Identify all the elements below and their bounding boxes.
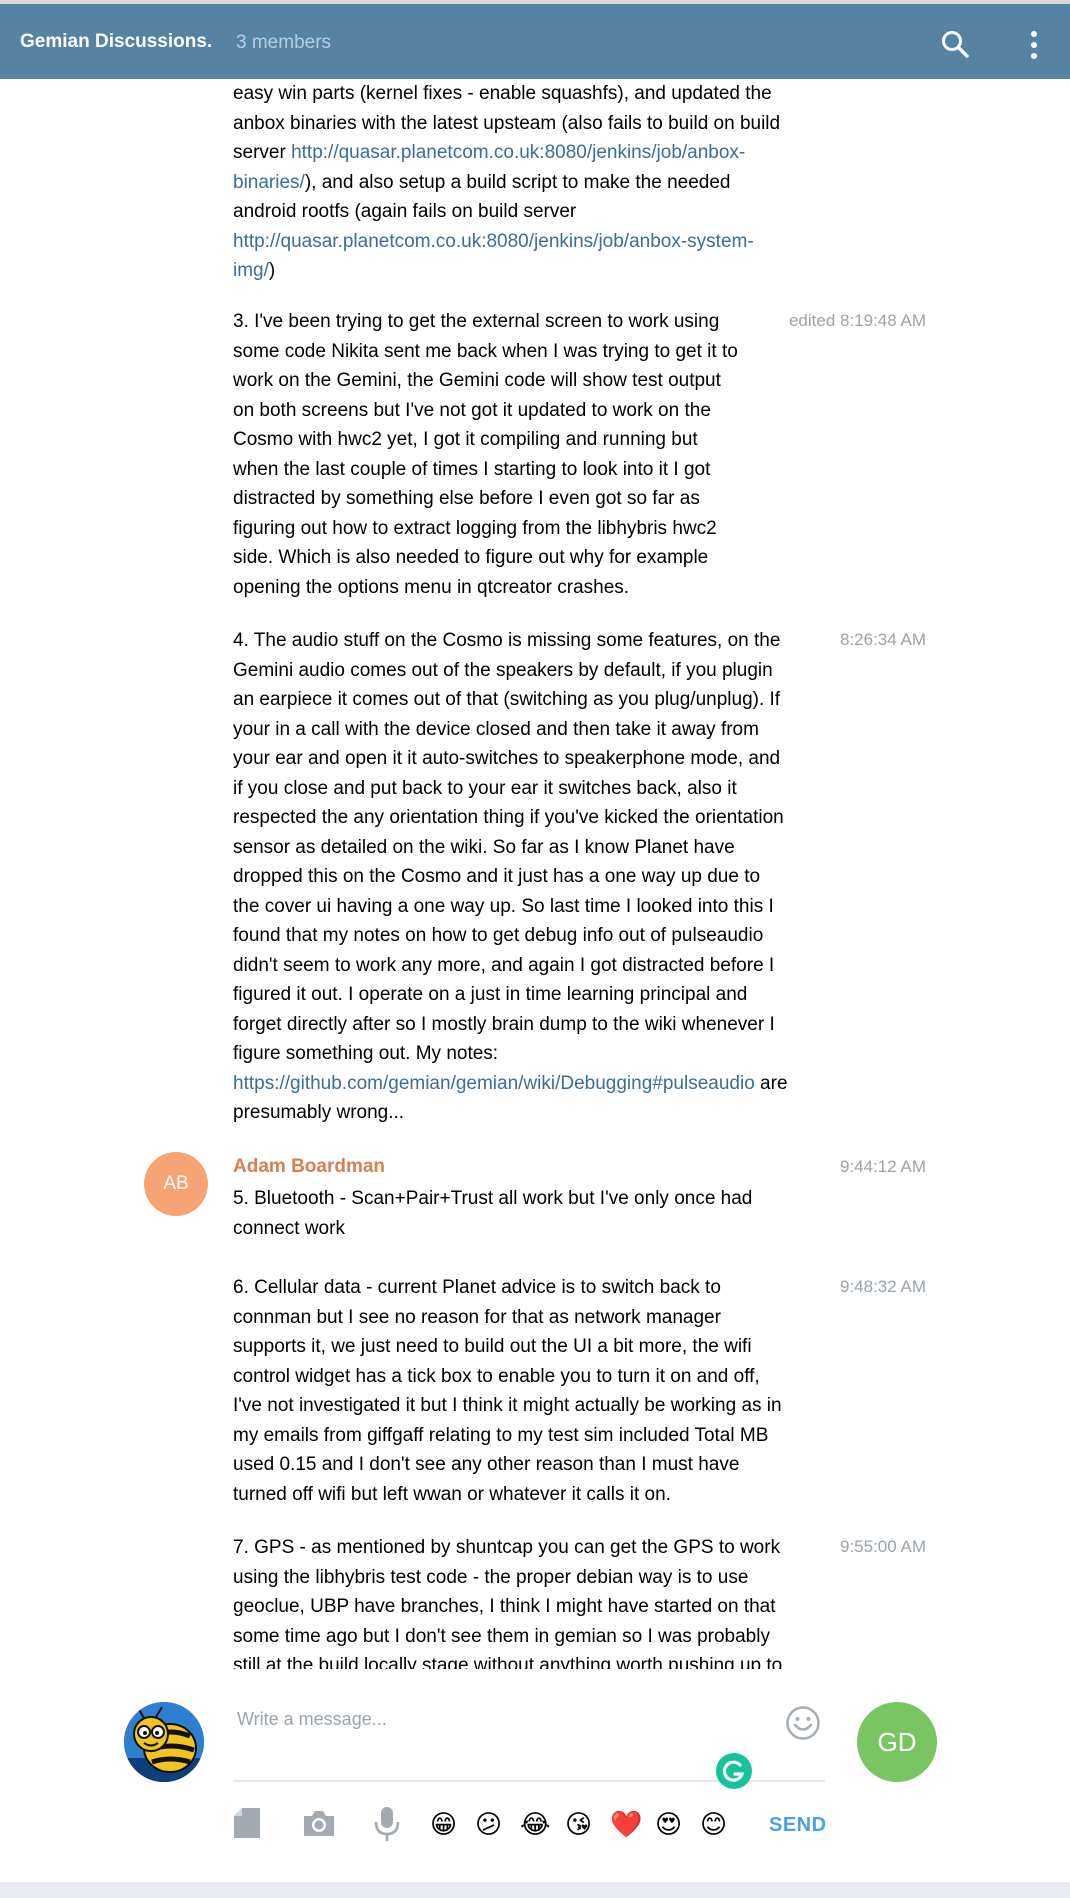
user-avatar[interactable] <box>124 1702 204 1782</box>
message-line: opening the options menu in qtcreator cr… <box>233 576 630 598</box>
chat-header: Gemian Discussions. 3 members <box>0 0 1070 79</box>
emoji-joy[interactable]: 😂 <box>520 1810 550 1840</box>
telegram-web-app: Gemian Discussions. 3 members easy win p… <box>0 0 1070 1898</box>
message-time: 9:44:12 AM <box>839 1157 926 1176</box>
message-line: figure something out. My notes: <box>233 1043 499 1064</box>
bee-avatar-icon <box>124 1702 204 1782</box>
message-link[interactable]: http://quasar.planetcom.co.uk:8080/jenki… <box>233 231 754 252</box>
message-line: dropped this on the Cosmo and it just ha… <box>233 866 761 887</box>
message-line: android rootfs (again fails on build ser… <box>233 201 577 222</box>
chat-title[interactable]: Gemian Discussions. <box>20 31 212 53</box>
message-line: figuring out how to extract logging from… <box>233 517 717 539</box>
message-input[interactable] <box>233 1699 773 1739</box>
grammarly-icon[interactable] <box>716 1753 752 1789</box>
message-time: 9:55:00 AM <box>839 1537 926 1556</box>
emoji-kiss[interactable]: 😘 <box>565 1810 592 1840</box>
message-time: edited 8:19:48 AM <box>788 311 926 330</box>
microphone-icon[interactable] <box>373 1806 401 1847</box>
message-line: side. Which is also needed to figure out… <box>233 547 709 568</box>
message-line: forget directly after so I mostly brain … <box>233 1013 775 1035</box>
message-line: an earpiece it comes out of that (switch… <box>233 689 781 710</box>
message-text: 6. Cellular data - current Planet advice… <box>233 1273 782 1509</box>
avatar[interactable]: AB <box>144 1152 208 1216</box>
camera-icon[interactable] <box>302 1806 336 1845</box>
message-line: http://quasar.planetcom.co.uk:8080/jenki… <box>233 227 780 257</box>
message-line: anbox binaries with the latest upsteam (… <box>233 112 781 134</box>
message-text: 5. Bluetooth - Scan+Pair+Trust all work … <box>233 1184 752 1243</box>
search-icon[interactable] <box>940 29 970 59</box>
message-text: 7. GPS - as mentioned by shuntcap you ca… <box>233 1533 782 1669</box>
emoji-grin[interactable]: 😁 <box>430 1810 457 1840</box>
message-text-segment: are <box>754 1072 788 1094</box>
message-author[interactable]: Adam Boardman <box>233 1156 385 1178</box>
message-line: the cover ui having a one way up. So las… <box>233 895 774 917</box>
message-line: if you close and put back to your ear it… <box>233 777 737 799</box>
message-link[interactable]: binaries/ <box>233 172 305 193</box>
attach-file-icon[interactable] <box>232 1806 262 1845</box>
message-time: 8:26:34 AM <box>839 630 926 649</box>
more-vertical-icon[interactable] <box>1026 29 1042 61</box>
message-line: sensor as detailed on the wiki. So far a… <box>233 836 735 858</box>
message-text: easy win parts (kernel fixes - enable sq… <box>233 79 780 286</box>
message-line: on both screens but I've not got it upda… <box>233 399 711 421</box>
message-line: connman but I see no reason for that as … <box>233 1306 721 1328</box>
message-line: turned off wifi but left wwan or whateve… <box>233 1483 671 1505</box>
message-line: 4. The audio stuff on the Cosmo is missi… <box>233 630 781 651</box>
message-line: 7. GPS - as mentioned by shuntcap you ca… <box>233 1537 781 1558</box>
message-line: some code Nikita sent me back when I was… <box>233 340 738 362</box>
message-line: easy win parts (kernel fixes - enable sq… <box>233 83 772 104</box>
message-text-segment: server <box>233 142 292 163</box>
message-line: used 0.15 and I don't see any other reas… <box>233 1454 740 1475</box>
emoji-confused[interactable]: 😕 <box>475 1810 502 1840</box>
message-line: figured it out. I operate on a just in t… <box>233 984 748 1005</box>
emoji-heart[interactable]: ❤️ <box>610 1810 642 1840</box>
message-line: still at the build locally stage without… <box>233 1655 783 1669</box>
message-line: using the libhybris test code - the prop… <box>233 1566 749 1588</box>
message-text-segment: ), and also setup a build script to make… <box>304 171 731 193</box>
send-button[interactable]: SEND <box>769 1814 827 1837</box>
emoji-blush[interactable]: 😊 <box>700 1810 727 1840</box>
message-text-segment: ) <box>268 260 276 281</box>
message-time: 9:48:32 AM <box>839 1277 926 1296</box>
message-composer: GD 😁 😕 😂 😘 ❤️ 😍 <box>0 1669 1070 1898</box>
message-line: I've not investigated it but I think it … <box>233 1395 782 1416</box>
message-line: distracted by something else before I ev… <box>233 488 700 509</box>
message-link[interactable]: https://github.com/gemian/gemian/wiki/De… <box>233 1073 755 1094</box>
message-line: server http://quasar.planetcom.co.uk:808… <box>233 138 780 168</box>
message-text: 3. I've been trying to get the external … <box>233 307 738 602</box>
message-line: Cosmo with hwc2 yet, I got it compiling … <box>233 429 698 450</box>
message-line: found that my notes on how to get debug … <box>233 925 764 946</box>
message-line: 6. Cellular data - current Planet advice… <box>233 1277 721 1298</box>
message-line: 5. Bluetooth - Scan+Pair+Trust all work … <box>233 1188 753 1209</box>
message-line: control widget has a tick box to enable … <box>233 1365 760 1387</box>
emoji-picker-icon[interactable] <box>785 1705 821 1741</box>
current-user-badge[interactable]: GD <box>857 1702 937 1782</box>
message-line: connect work <box>233 1217 345 1239</box>
message-line: supports it, we just need to build out t… <box>233 1336 752 1357</box>
message-line: my emails from giffgaff relating to my t… <box>233 1424 769 1446</box>
message-line: some time ago but I don't see them in ge… <box>233 1625 770 1647</box>
message-line: presumably wrong... <box>233 1102 405 1123</box>
message-line: https://github.com/gemian/gemian/wiki/De… <box>233 1069 788 1099</box>
message-line: didn't seem to work any more, and again … <box>233 954 775 976</box>
message-text: 4. The audio stuff on the Cosmo is missi… <box>233 626 788 1128</box>
message-line: 3. I've been trying to get the external … <box>233 311 720 332</box>
message-line: your in a call with the device closed an… <box>233 718 759 740</box>
message-line: geoclue, UBP have branches, I think I mi… <box>233 1596 776 1617</box>
message-line: work on the Gemini, the Gemini code will… <box>233 370 721 391</box>
message-line: your ear and open it it auto-switches to… <box>233 748 781 769</box>
message-line: respected the any orientation thing if y… <box>233 807 784 828</box>
message-line: img/) <box>233 256 780 286</box>
message-history[interactable]: easy win parts (kernel fixes - enable sq… <box>0 79 1070 1669</box>
message-line: binaries/), and also setup a build scrip… <box>233 168 780 198</box>
message-line: Gemini audio comes out of the speakers b… <box>233 659 773 681</box>
message-input-area <box>233 1699 825 1789</box>
footer-strip <box>0 1882 1070 1898</box>
members-count[interactable]: 3 members <box>236 32 331 54</box>
emoji-heart-eyes[interactable]: 😍 <box>655 1810 682 1840</box>
message-line: when the last couple of times I starting… <box>233 458 711 480</box>
message-link[interactable]: img/ <box>233 260 269 281</box>
message-link[interactable]: http://quasar.planetcom.co.uk:8080/jenki… <box>291 142 745 163</box>
